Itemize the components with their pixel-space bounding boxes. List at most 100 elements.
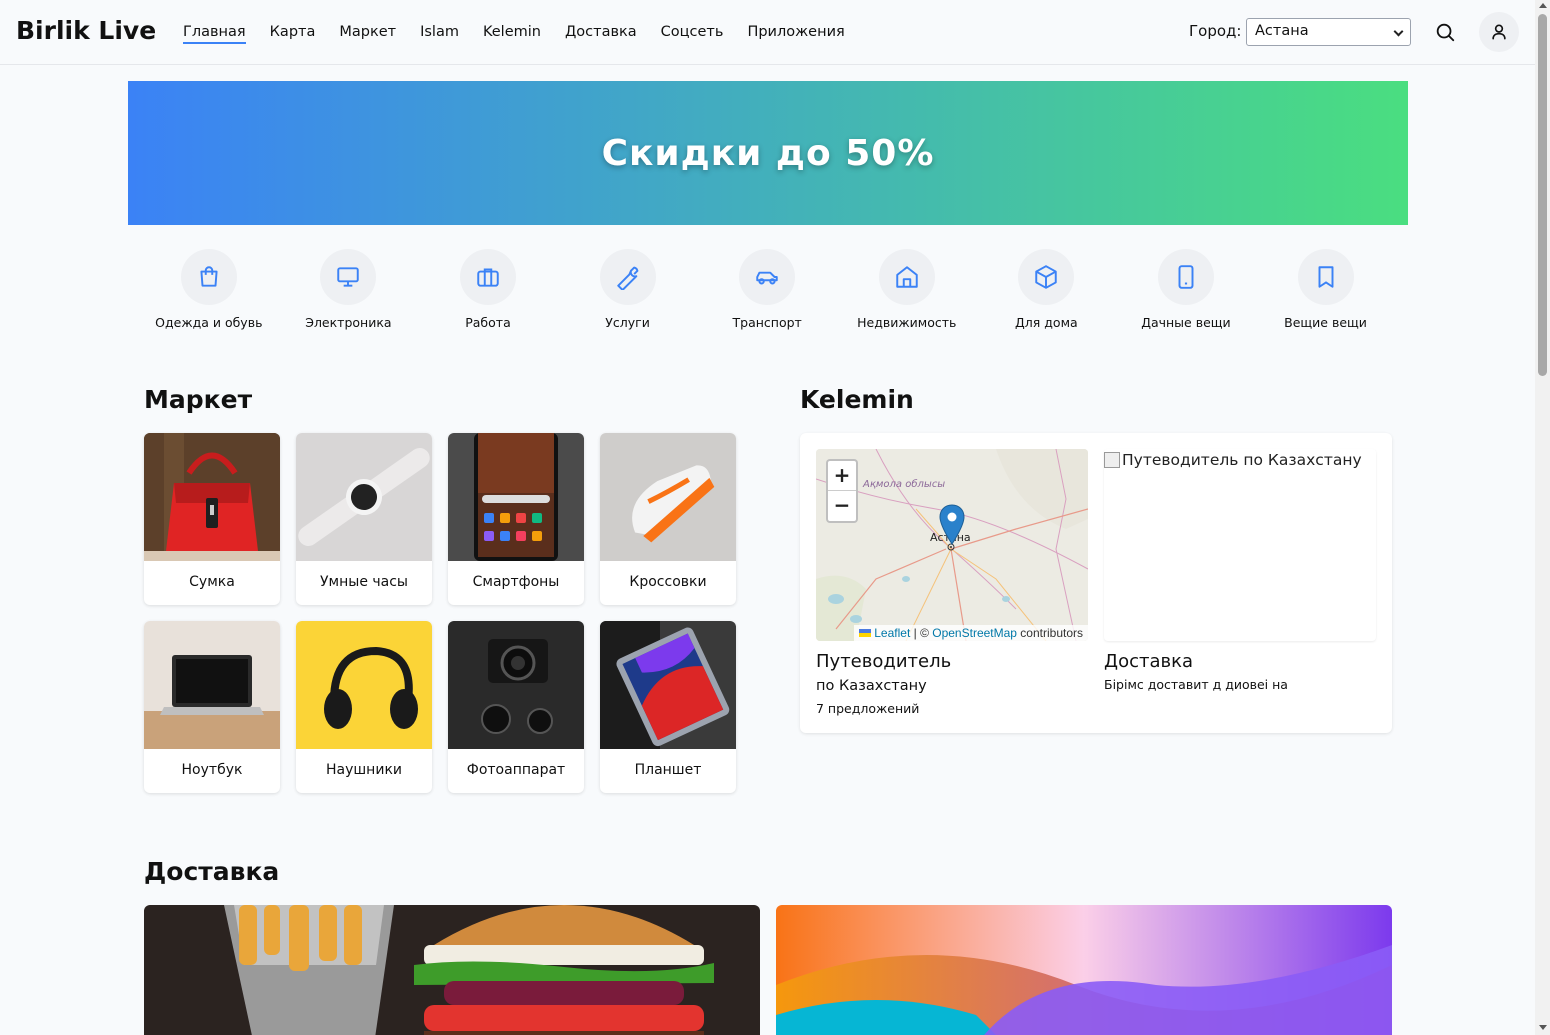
market-item-headphones[interactable]: Наушники	[296, 621, 432, 793]
product-label: Ноутбук	[181, 762, 243, 778]
bookmark-icon	[1318, 266, 1334, 288]
market-item-smartphones[interactable]: Смартфоны	[448, 433, 584, 605]
category-electronics[interactable]: Электроника	[279, 249, 419, 330]
product-image	[144, 433, 280, 561]
product-image	[296, 433, 432, 561]
attribution-contributors: contributors	[1016, 626, 1083, 640]
category-label: Электроника	[305, 315, 392, 330]
category-label: Одежда и обувь	[155, 315, 263, 330]
city-select-value: Астана	[1255, 23, 1309, 39]
car-icon	[756, 271, 778, 285]
map-zoom-control: + −	[826, 459, 858, 523]
leaflet-link[interactable]: Leaflet	[874, 626, 910, 640]
map-widget[interactable]: Ақмола облысы Астана + − Leaflet | © Ope…	[816, 449, 1088, 641]
category-transport[interactable]: Транспорт	[697, 249, 837, 330]
box-icon	[1035, 265, 1058, 289]
category-realty[interactable]: Недвижимость	[837, 249, 977, 330]
category-jobs[interactable]: Работа	[418, 249, 558, 330]
market-item-tablet[interactable]: Планшет	[600, 621, 736, 793]
map-region-label: Ақмола облысы	[863, 479, 946, 490]
nav-kelemin[interactable]: Kelemin	[483, 22, 541, 44]
map-attribution: Leaflet | © OpenStreetMap contributors	[853, 625, 1088, 641]
main-nav: Главная Карта Маркет Islam Kelemin Доста…	[183, 22, 869, 44]
nav-home[interactable]: Главная	[183, 22, 246, 44]
map-marker-icon[interactable]	[939, 504, 965, 546]
delivery-card-title[interactable]: Доставка	[1104, 651, 1193, 672]
profile-button[interactable]	[1479, 12, 1519, 52]
kelemin-section-title: Kelemin	[800, 385, 914, 414]
product-label: Умные часы	[320, 574, 408, 590]
tablet-icon	[1178, 265, 1194, 289]
product-label: Сумка	[189, 574, 235, 590]
market-item-laptop[interactable]: Ноутбук	[144, 621, 280, 793]
banner-title: Скидки до 50%	[601, 132, 935, 174]
osm-link[interactable]: OpenStreetMap	[932, 626, 1017, 640]
category-misc[interactable]: Вещие вещи	[1256, 249, 1396, 330]
guide-image-alt: Путеводитель по Казахстану	[1122, 451, 1362, 469]
shopping-bag-icon	[200, 266, 218, 287]
category-label: Для дома	[1015, 315, 1078, 330]
category-services[interactable]: Услуги	[558, 249, 698, 330]
category-label: Транспорт	[732, 315, 802, 330]
guide-image[interactable]: Путеводитель по Казахстану	[1104, 449, 1376, 641]
scroll-down-arrow[interactable]	[1539, 1025, 1547, 1030]
home-icon	[896, 266, 918, 288]
delivery-card-food[interactable]	[144, 905, 760, 1035]
nav-social[interactable]: Соцсеть	[661, 22, 724, 44]
guide-title[interactable]: Путеводитель	[816, 651, 951, 672]
broken-image-icon	[1104, 452, 1120, 468]
scroll-up-arrow[interactable]	[1539, 3, 1547, 8]
ukraine-flag-icon	[858, 629, 871, 637]
promo-banner[interactable]: Скидки до 50%	[128, 81, 1408, 225]
category-garden[interactable]: Дачные вещи	[1116, 249, 1256, 330]
delivery-card-abstract[interactable]	[776, 905, 1392, 1035]
nav-apps[interactable]: Приложения	[747, 22, 844, 44]
market-section-title: Маркет	[144, 385, 253, 414]
chevron-down-icon	[1393, 26, 1404, 37]
kelemin-panel: Ақмола облысы Астана + − Leaflet | © Ope…	[800, 433, 1392, 733]
food-image	[144, 905, 760, 1035]
product-image	[296, 621, 432, 749]
attribution-separator: | ©	[910, 626, 933, 640]
nav-market[interactable]: Маркет	[339, 22, 396, 44]
product-image	[600, 621, 736, 749]
search-button[interactable]	[1425, 12, 1465, 52]
product-label: Наушники	[325, 762, 402, 778]
category-home-goods[interactable]: Для дома	[977, 249, 1117, 330]
zoom-in-button[interactable]: +	[828, 461, 856, 491]
guide-count: 7 предложений	[816, 701, 920, 716]
monitor-icon	[337, 267, 360, 287]
category-label: Услуги	[605, 315, 650, 330]
nav-islam[interactable]: Islam	[420, 22, 459, 44]
search-icon	[1436, 23, 1455, 42]
category-clothing[interactable]: Одежда и обувь	[139, 249, 279, 330]
delivery-card-subtitle: Бірімс доставит д диовеі на	[1104, 677, 1288, 692]
guide-subtitle: по Казахстану	[816, 678, 927, 694]
wrench-icon	[616, 266, 638, 290]
nav-map[interactable]: Карта	[270, 22, 316, 44]
category-label: Дачные вещи	[1141, 315, 1231, 330]
city-label: Город:	[1189, 22, 1242, 40]
product-label: Кроссовки	[629, 574, 707, 590]
category-list: Одежда и обувь Электроника Работа Услуги…	[139, 249, 1395, 330]
delivery-section-title: Доставка	[144, 857, 280, 886]
product-label: Смартфоны	[472, 574, 560, 590]
nav-delivery[interactable]: Доставка	[565, 22, 637, 44]
product-image	[448, 433, 584, 561]
product-image	[144, 621, 280, 749]
city-select[interactable]: Астана	[1246, 18, 1411, 46]
category-label: Недвижимость	[857, 315, 957, 330]
market-item-smartwatch[interactable]: Умные часы	[296, 433, 432, 605]
zoom-out-button[interactable]: −	[828, 491, 856, 521]
market-item-camera[interactable]: Фотоаппарат	[448, 621, 584, 793]
logo[interactable]: Birlik Live	[16, 16, 156, 45]
top-header: Birlik Live Главная Карта Маркет Islam K…	[0, 0, 1535, 65]
category-label: Работа	[465, 315, 511, 330]
abstract-wave-image	[776, 905, 1392, 1035]
market-item-bag[interactable]: Сумка	[144, 433, 280, 605]
product-image	[448, 621, 584, 749]
market-item-sneakers[interactable]: Кроссовки	[600, 433, 736, 605]
user-icon	[1492, 24, 1506, 40]
category-label: Вещие вещи	[1284, 315, 1367, 330]
scrollbar-thumb[interactable]	[1538, 14, 1547, 376]
